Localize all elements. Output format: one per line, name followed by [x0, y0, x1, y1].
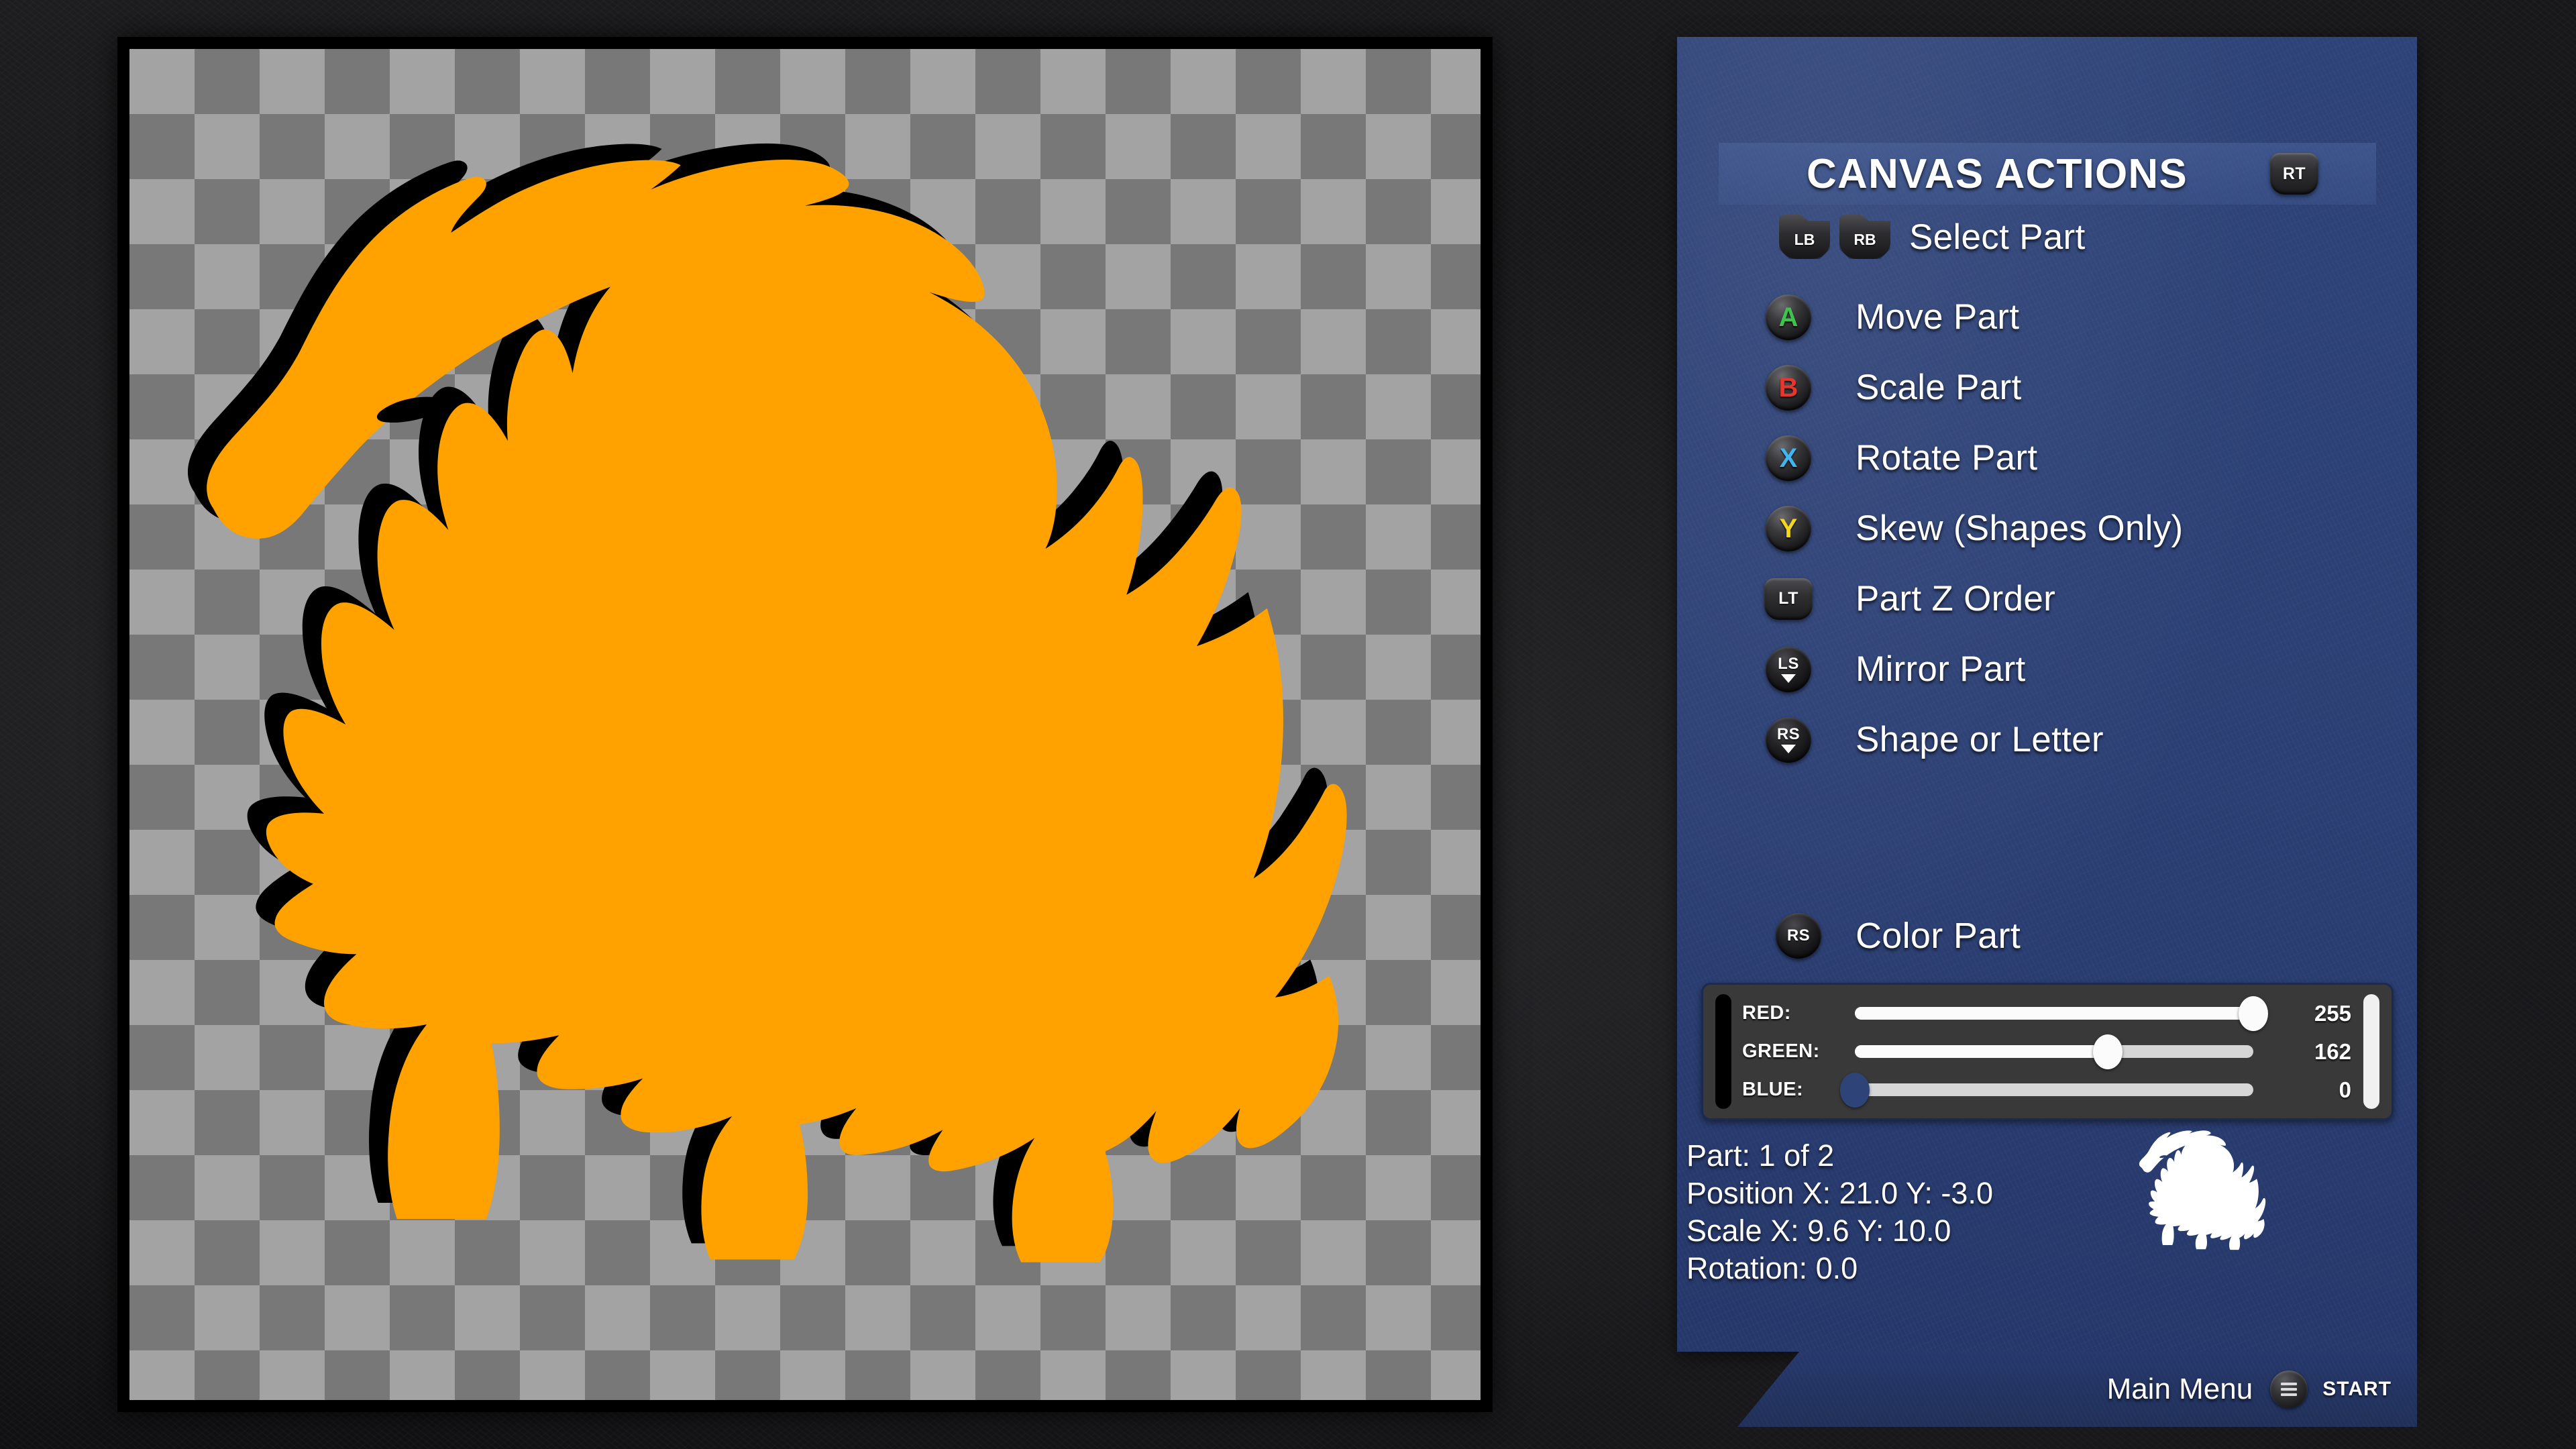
part-position-line: Position X: 21.0 Y: -3.0 — [1686, 1176, 1993, 1210]
color-part-row[interactable]: RS Color Part — [1741, 902, 2399, 969]
stick-rs-color-button[interactable]: RS — [1776, 913, 1821, 959]
slider-row-red[interactable]: RED: 255 — [1742, 996, 2351, 1031]
slider-value-blue: 0 — [2339, 1077, 2351, 1102]
design-canvas-frame[interactable] — [117, 37, 1493, 1412]
action-row-part-z-order[interactable]: LT Part Z Order — [1741, 564, 2399, 634]
slider-track-green[interactable] — [1855, 1034, 2253, 1069]
stick-rs-color-label: RS — [1786, 926, 1811, 945]
bumper-rb-label: RB — [1854, 230, 1876, 248]
action-label-skew: Skew (Shapes Only) — [1856, 508, 2184, 548]
bumper-rb-icon[interactable]: RB — [1839, 215, 1890, 259]
part-rotation-line: Rotation: 0.0 — [1686, 1251, 1858, 1285]
trigger-lt-label: LT — [1778, 589, 1799, 608]
start-button-icon[interactable] — [2270, 1371, 2308, 1408]
canvas-actions-panel: CANVAS ACTIONS RT LB RB Select Part A Mo… — [1677, 37, 2417, 1352]
app-root: CANVAS ACTIONS RT LB RB Select Part A Mo… — [0, 0, 2576, 1449]
slider-fill-red — [1855, 1007, 2253, 1020]
start-button-label: START — [2322, 1378, 2392, 1400]
part-info-readout: Part: 1 of 2 Position X: 21.0 Y: -3.0 Sc… — [1686, 1137, 2196, 1287]
slider-row-green[interactable]: GREEN: 162 — [1742, 1034, 2351, 1069]
slider-panel-left-edge — [1715, 994, 1731, 1109]
button-a-glyph: A — [1778, 302, 1799, 332]
stick-rs-icon[interactable]: RS — [1741, 716, 1835, 763]
button-b-glyph: B — [1778, 372, 1799, 402]
action-label-rotate-part: Rotate Part — [1856, 438, 2038, 478]
stick-rs-icon[interactable]: RS — [1741, 913, 1856, 959]
slider-track-blue[interactable] — [1840, 1072, 2253, 1108]
button-a[interactable]: A — [1766, 294, 1811, 340]
stick-ls-icon[interactable]: LS — [1741, 646, 1835, 692]
action-label-shape-or-letter: Shape or Letter — [1856, 720, 2104, 759]
color-sliders-panel[interactable]: RED: 255 GREEN: 162 BLUE: 0 — [1701, 983, 2394, 1120]
slider-value-green: 162 — [2314, 1038, 2351, 1064]
stick-ls-label: LS — [1778, 654, 1799, 673]
trigger-rt-button[interactable]: RT — [2270, 153, 2318, 195]
bumper-lb-label: LB — [1794, 230, 1815, 248]
part-scale-line: Scale X: 9.6 Y: 10.0 — [1686, 1214, 1951, 1248]
action-label-scale-part: Scale Part — [1856, 368, 2022, 407]
button-y-glyph: Y — [1779, 513, 1798, 543]
button-b-icon[interactable]: B — [1741, 364, 1835, 411]
button-x-glyph: X — [1779, 443, 1798, 473]
page-title: CANVAS ACTIONS — [1807, 150, 2188, 197]
main-menu-label[interactable]: Main Menu — [2107, 1373, 2253, 1406]
lion-silhouette-icon — [2129, 1120, 2323, 1254]
slider-knob-blue[interactable] — [1840, 1072, 1870, 1108]
lion-logo-artwork[interactable] — [129, 49, 1481, 1400]
button-b[interactable]: B — [1766, 364, 1811, 411]
slider-label-green: GREEN: — [1742, 1040, 1820, 1062]
bumper-lb-icon[interactable]: LB — [1779, 215, 1830, 259]
action-list: A Move Part B Scale Part X Rotate Part Y… — [1741, 282, 2399, 775]
select-part-row[interactable]: LB RB Select Part — [1779, 208, 2383, 266]
part-index-line: Part: 1 of 2 — [1686, 1138, 1835, 1173]
trigger-rt-icon[interactable]: RT — [2241, 143, 2348, 205]
slider-knob-green[interactable] — [2093, 1034, 2123, 1069]
chevron-down-icon — [1781, 674, 1796, 683]
stick-rs-label: RS — [1776, 724, 1801, 743]
action-row-move-part[interactable]: A Move Part — [1741, 282, 2399, 352]
slider-row-blue[interactable]: BLUE: 0 — [1742, 1072, 2351, 1108]
button-a-icon[interactable]: A — [1741, 294, 1835, 340]
button-y[interactable]: Y — [1766, 505, 1811, 551]
select-part-label: Select Part — [1909, 217, 2086, 257]
button-x[interactable]: X — [1766, 435, 1811, 481]
button-x-icon[interactable]: X — [1741, 435, 1835, 481]
action-row-rotate-part[interactable]: X Rotate Part — [1741, 423, 2399, 493]
action-label-part-z-order: Part Z Order — [1856, 579, 2056, 619]
slider-panel-right-edge — [2363, 994, 2379, 1109]
action-row-mirror-part[interactable]: LS Mirror Part — [1741, 634, 2399, 704]
slider-knob-red[interactable] — [2239, 996, 2268, 1031]
action-label-move-part: Move Part — [1856, 297, 2020, 337]
stick-rs-button[interactable]: RS — [1766, 716, 1811, 763]
panel-footer-bar: Main Menu START — [1737, 1352, 2417, 1427]
slider-fill-green — [1855, 1045, 2108, 1058]
button-y-icon[interactable]: Y — [1741, 505, 1835, 551]
slider-label-red: RED: — [1742, 1002, 1791, 1024]
action-row-shape-or-letter[interactable]: RS Shape or Letter — [1741, 704, 2399, 775]
bumper-pair: LB RB — [1779, 215, 1890, 259]
action-row-scale-part[interactable]: B Scale Part — [1741, 352, 2399, 423]
chevron-down-icon — [1781, 744, 1796, 753]
slider-track-red[interactable] — [1855, 996, 2268, 1031]
action-label-mirror-part: Mirror Part — [1856, 649, 2026, 689]
color-part-label: Color Part — [1856, 916, 2021, 956]
action-row-skew[interactable]: Y Skew (Shapes Only) — [1741, 493, 2399, 564]
slider-label-blue: BLUE: — [1742, 1079, 1804, 1100]
trigger-lt-button[interactable]: LT — [1764, 578, 1813, 620]
trigger-rt-label: RT — [2282, 164, 2306, 183]
slider-value-red: 255 — [2314, 1000, 2351, 1026]
design-canvas-surface[interactable] — [129, 49, 1481, 1400]
stick-ls-button[interactable]: LS — [1766, 646, 1811, 692]
trigger-lt-icon[interactable]: LT — [1741, 578, 1835, 620]
